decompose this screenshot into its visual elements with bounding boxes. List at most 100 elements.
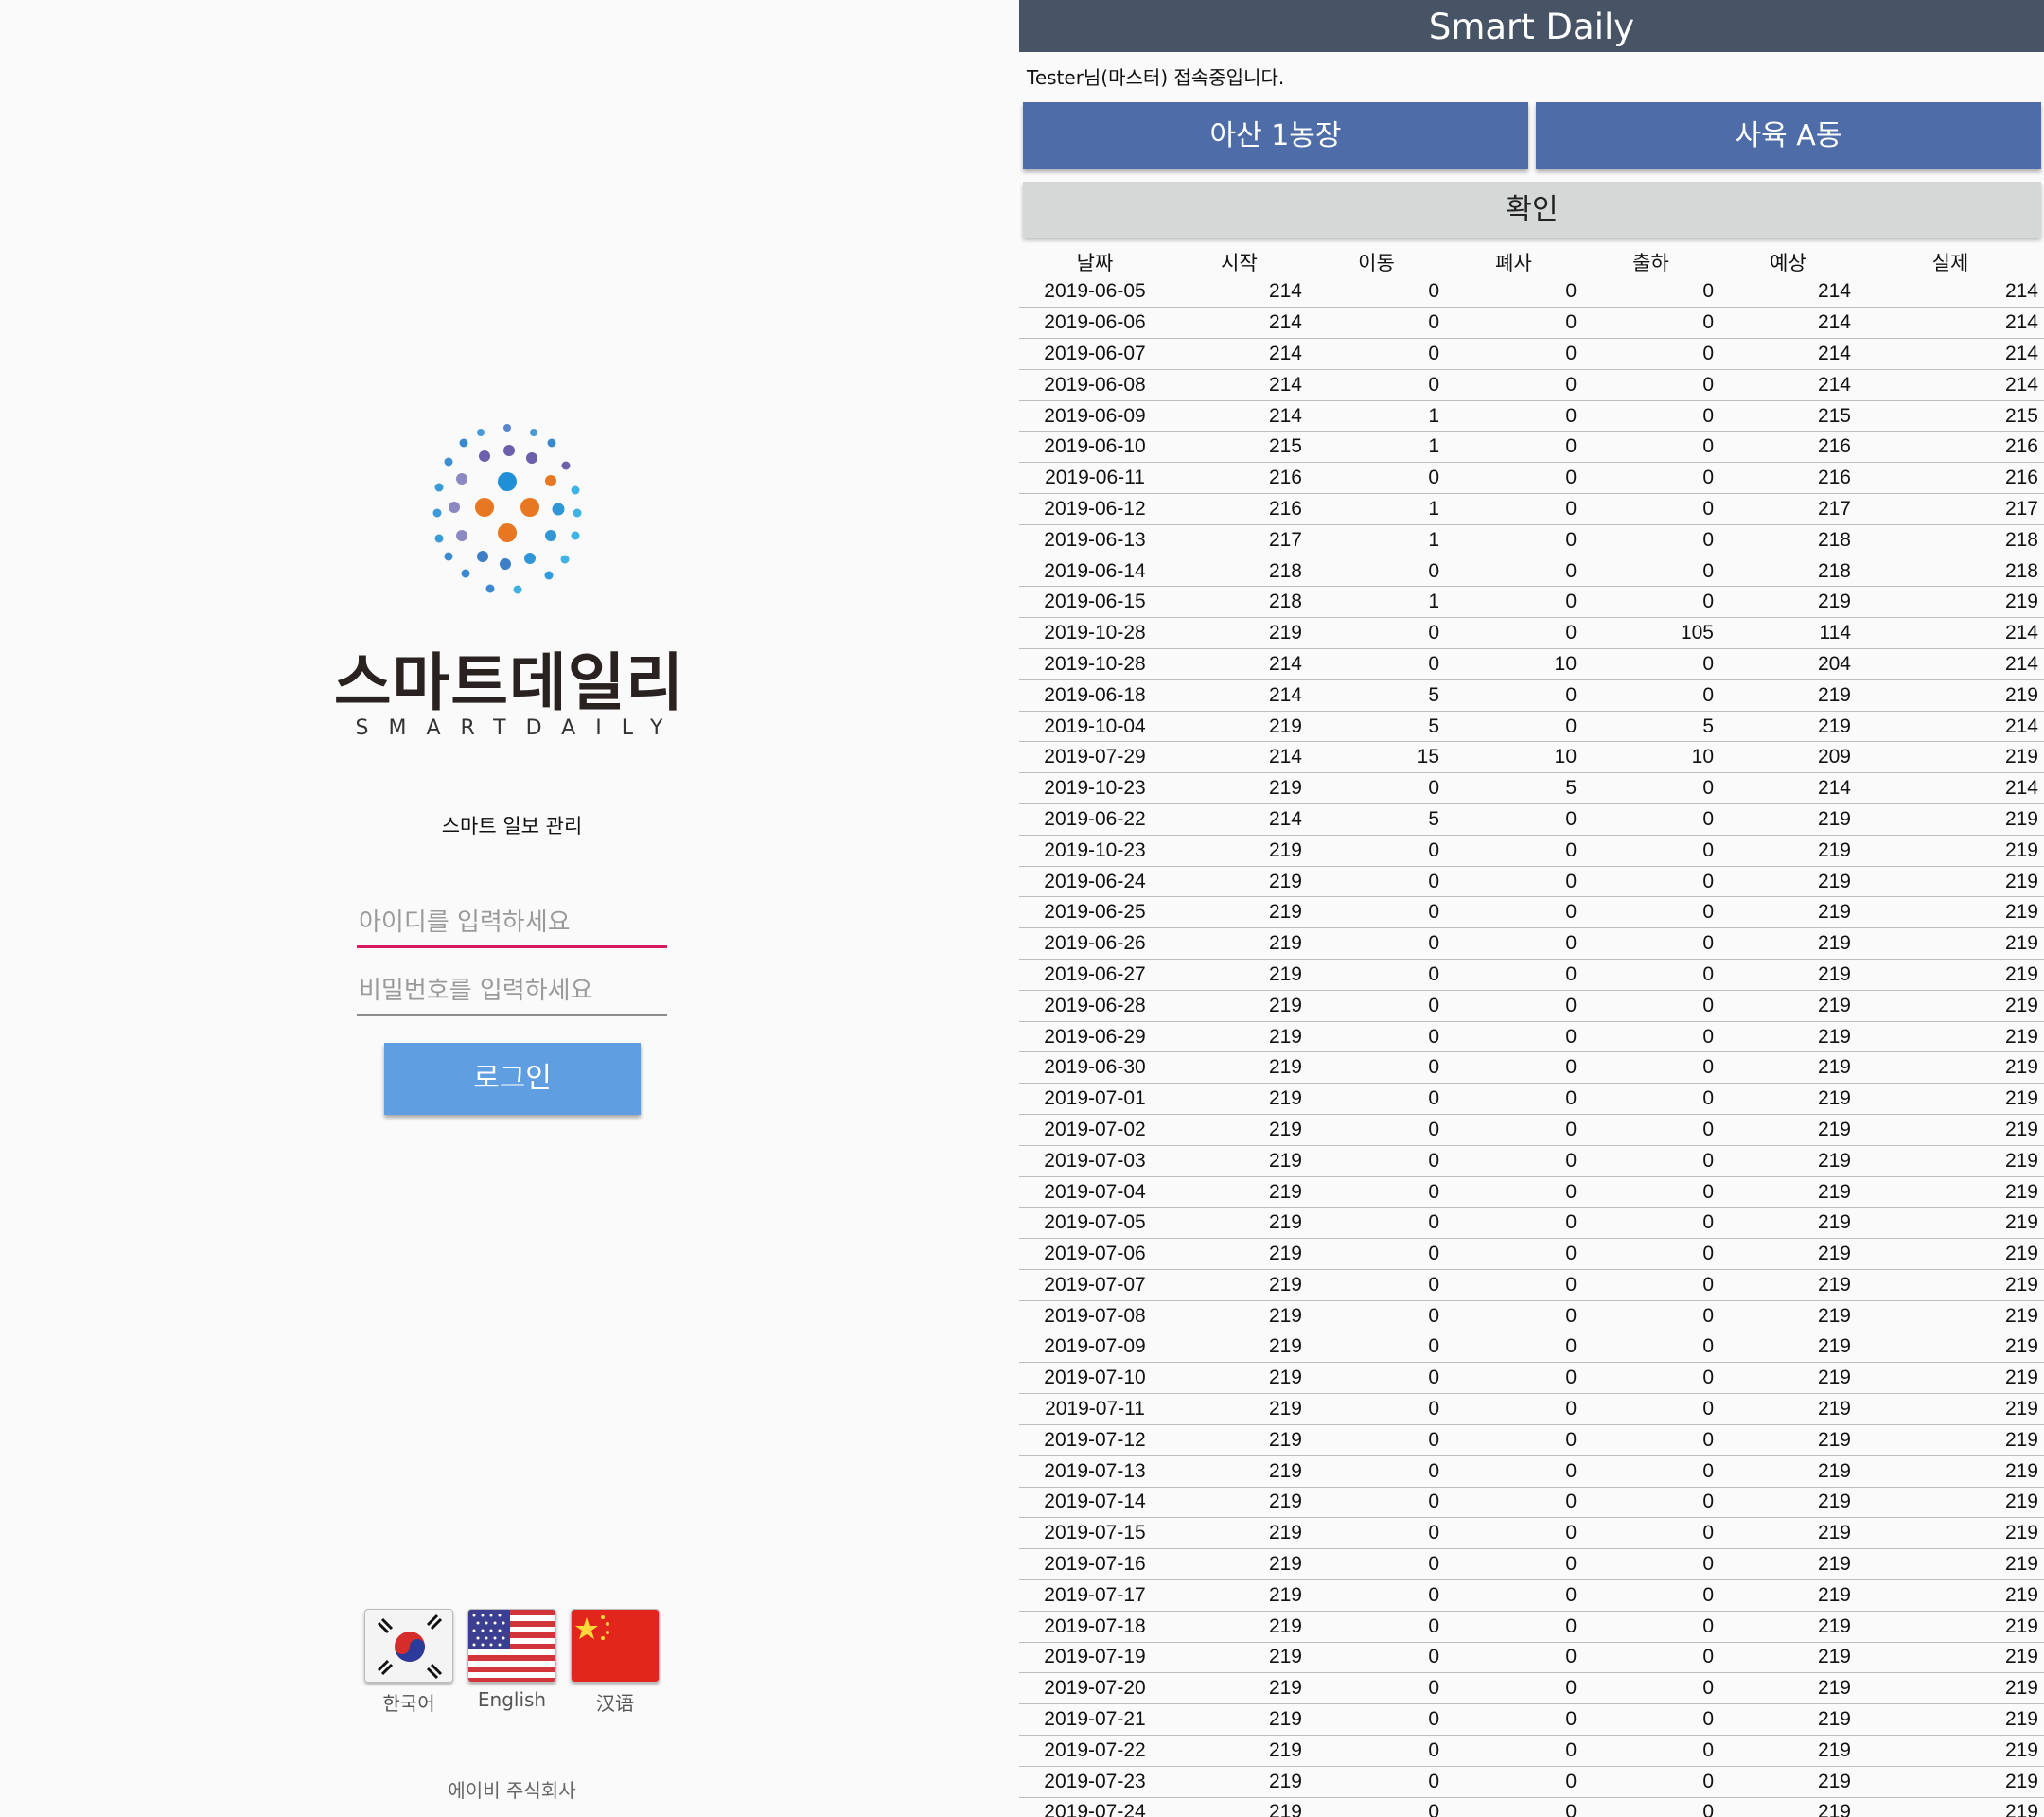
cell-date: 2019-06-06 — [1019, 307, 1171, 340]
table-row[interactable]: 2019-07-23 219 0 0 0 219 219 — [1019, 1766, 2044, 1798]
table-row[interactable]: 2019-06-07 214 0 0 0 214 214 — [1019, 338, 2044, 370]
table-row[interactable]: 2019-07-24 219 0 0 0 219 219 — [1019, 1797, 2044, 1817]
cell-death: 0 — [1445, 1424, 1582, 1456]
table-row[interactable]: 2019-07-03 219 0 0 0 219 219 — [1019, 1145, 2044, 1177]
cell-actual: 219 — [1857, 896, 2044, 929]
table-row[interactable]: 2019-07-29 214 15 10 10 209 219 — [1019, 741, 2044, 774]
cell-death: 0 — [1445, 1517, 1582, 1550]
table-row[interactable]: 2019-06-15 218 1 0 0 219 219 — [1019, 586, 2044, 619]
table-row[interactable]: 2019-07-21 219 0 0 0 219 219 — [1019, 1703, 2044, 1736]
cell-actual: 218 — [1857, 524, 2044, 556]
cell-death: 0 — [1445, 307, 1582, 340]
cell-death: 10 — [1445, 648, 1582, 680]
table-row[interactable]: 2019-07-07 219 0 0 0 219 219 — [1019, 1269, 2044, 1301]
cell-move: 0 — [1308, 1021, 1445, 1053]
table-row[interactable]: 2019-06-18 214 5 0 0 219 219 — [1019, 679, 2044, 712]
table-row[interactable]: 2019-07-22 219 0 0 0 219 219 — [1019, 1735, 2044, 1767]
table-row[interactable]: 2019-07-01 219 0 0 0 219 219 — [1019, 1083, 2044, 1116]
cell-actual: 219 — [1857, 1579, 2044, 1612]
table-row[interactable]: 2019-06-26 219 0 0 0 219 219 — [1019, 927, 2044, 961]
table-row[interactable]: 2019-06-24 219 0 0 0 219 219 — [1019, 866, 2044, 898]
cell-death: 0 — [1445, 896, 1582, 929]
cell-start: 219 — [1171, 1517, 1308, 1550]
confirm-button[interactable]: 확인 — [1023, 182, 2041, 238]
cell-date: 2019-07-01 — [1019, 1083, 1171, 1116]
building-select-button[interactable]: 사육 A동 — [1536, 102, 2041, 169]
table-row[interactable]: 2019-06-28 219 0 0 0 219 219 — [1019, 990, 2044, 1022]
cell-start: 219 — [1171, 1487, 1308, 1519]
table-row[interactable]: 2019-07-04 219 0 0 0 219 219 — [1019, 1176, 2044, 1208]
table-row[interactable]: 2019-07-10 219 0 0 0 219 219 — [1019, 1362, 2044, 1395]
table-row[interactable]: 2019-10-23 219 0 0 0 219 219 — [1019, 835, 2044, 867]
farm-select-button[interactable]: 아산 1농장 — [1023, 102, 1528, 169]
cell-move: 0 — [1308, 1393, 1445, 1425]
table-row[interactable]: 2019-07-20 219 0 0 0 219 219 — [1019, 1672, 2044, 1705]
cell-date: 2019-06-30 — [1019, 1051, 1171, 1085]
table-row[interactable]: 2019-07-11 219 0 0 0 219 219 — [1019, 1393, 2044, 1425]
language-chinese-button[interactable]: 汉语 — [571, 1609, 660, 1716]
logo-text-english: SMARTDAILY — [355, 716, 683, 740]
table-row[interactable]: 2019-06-06 214 0 0 0 214 214 — [1019, 307, 2044, 340]
table-row[interactable]: 2019-07-19 219 0 0 0 219 219 — [1019, 1642, 2044, 1674]
table-row[interactable]: 2019-06-08 214 0 0 0 214 214 — [1019, 369, 2044, 401]
table-row[interactable]: 2019-06-22 214 5 0 0 219 219 — [1019, 803, 2044, 836]
table-row[interactable]: 2019-07-13 219 0 0 0 219 219 — [1019, 1455, 2044, 1488]
table-row[interactable]: 2019-06-10 215 1 0 0 216 216 — [1019, 431, 2044, 464]
language-korean-button[interactable]: 한국어 — [364, 1609, 453, 1716]
cell-death: 0 — [1445, 866, 1582, 898]
company-name: 에이비 주식회사 — [448, 1779, 576, 1802]
cell-actual: 219 — [1857, 1238, 2044, 1270]
table-row[interactable]: 2019-06-09 214 1 0 0 215 215 — [1019, 400, 2044, 432]
cell-date: 2019-07-12 — [1019, 1424, 1171, 1456]
table-row[interactable]: 2019-07-06 219 0 0 0 219 219 — [1019, 1238, 2044, 1270]
cell-move: 0 — [1308, 990, 1445, 1022]
table-row[interactable]: 2019-07-15 219 0 0 0 219 219 — [1019, 1517, 2044, 1550]
cell-death: 0 — [1445, 1083, 1582, 1116]
table-row[interactable]: 2019-06-13 217 1 0 0 218 218 — [1019, 524, 2044, 556]
logo-text-korean: 스마트데일리 — [333, 646, 685, 719]
password-input[interactable]: 비밀번호를 입력하세요 — [357, 969, 667, 1016]
table-row[interactable]: 2019-07-17 219 0 0 0 219 219 — [1019, 1579, 2044, 1612]
cell-death: 0 — [1445, 586, 1582, 619]
table-row[interactable]: 2019-07-05 219 0 0 0 219 219 — [1019, 1207, 2044, 1240]
cell-date: 2019-07-06 — [1019, 1238, 1171, 1270]
cell-move: 1 — [1308, 586, 1445, 619]
cell-date: 2019-07-10 — [1019, 1362, 1171, 1395]
cell-move: 0 — [1308, 1611, 1445, 1643]
cell-actual: 214 — [1857, 276, 2044, 309]
table-row[interactable]: 2019-10-28 219 0 0 105 114 214 — [1019, 617, 2044, 650]
table-row[interactable]: 2019-07-09 219 0 0 0 219 219 — [1019, 1332, 2044, 1364]
cell-shipment: 0 — [1582, 338, 1719, 370]
cell-move: 0 — [1308, 1238, 1445, 1270]
cell-expected: 219 — [1719, 1145, 1857, 1177]
table-row[interactable]: 2019-07-18 219 0 0 0 219 219 — [1019, 1611, 2044, 1643]
table-row[interactable]: 2019-06-11 216 0 0 0 216 216 — [1019, 462, 2044, 495]
table-row[interactable]: 2019-06-12 216 1 0 0 217 217 — [1019, 493, 2044, 525]
language-english-button[interactable]: English — [467, 1609, 556, 1711]
table-row[interactable]: 2019-07-02 219 0 0 0 219 219 — [1019, 1114, 2044, 1146]
cell-actual: 219 — [1857, 1735, 2044, 1767]
cell-shipment: 0 — [1582, 462, 1719, 495]
table-row[interactable]: 2019-07-12 219 0 0 0 219 219 — [1019, 1424, 2044, 1456]
table-row[interactable]: 2019-06-30 219 0 0 0 219 219 — [1019, 1051, 2044, 1085]
table-row[interactable]: 2019-06-25 219 0 0 0 219 219 — [1019, 896, 2044, 929]
table-row[interactable]: 2019-06-05 214 0 0 0 214 214 — [1019, 276, 2044, 309]
table-row[interactable]: 2019-07-14 219 0 0 0 219 219 — [1019, 1487, 2044, 1519]
cell-expected: 219 — [1719, 990, 1857, 1022]
cell-death: 0 — [1445, 400, 1582, 432]
table-row[interactable]: 2019-07-08 219 0 0 0 219 219 — [1019, 1300, 2044, 1332]
table-row[interactable]: 2019-06-14 218 0 0 0 218 218 — [1019, 556, 2044, 588]
id-input[interactable]: 아이디를 입력하세요 — [357, 901, 667, 948]
table-row[interactable]: 2019-10-28 214 0 10 0 204 214 — [1019, 648, 2044, 680]
cell-expected: 219 — [1719, 1238, 1857, 1270]
cell-start: 219 — [1171, 1703, 1308, 1736]
table-row[interactable]: 2019-06-29 219 0 0 0 219 219 — [1019, 1021, 2044, 1053]
table-row[interactable]: 2019-10-23 219 0 5 0 214 214 — [1019, 772, 2044, 805]
cell-expected: 214 — [1719, 338, 1857, 370]
table-row[interactable]: 2019-10-04 219 5 0 5 219 214 — [1019, 711, 2044, 743]
table-row[interactable]: 2019-06-27 219 0 0 0 219 219 — [1019, 959, 2044, 991]
table-row[interactable]: 2019-07-16 219 0 0 0 219 219 — [1019, 1548, 2044, 1580]
login-button[interactable]: 로그인 — [384, 1043, 641, 1115]
cell-start: 219 — [1171, 1300, 1308, 1332]
cell-start: 219 — [1171, 772, 1308, 805]
